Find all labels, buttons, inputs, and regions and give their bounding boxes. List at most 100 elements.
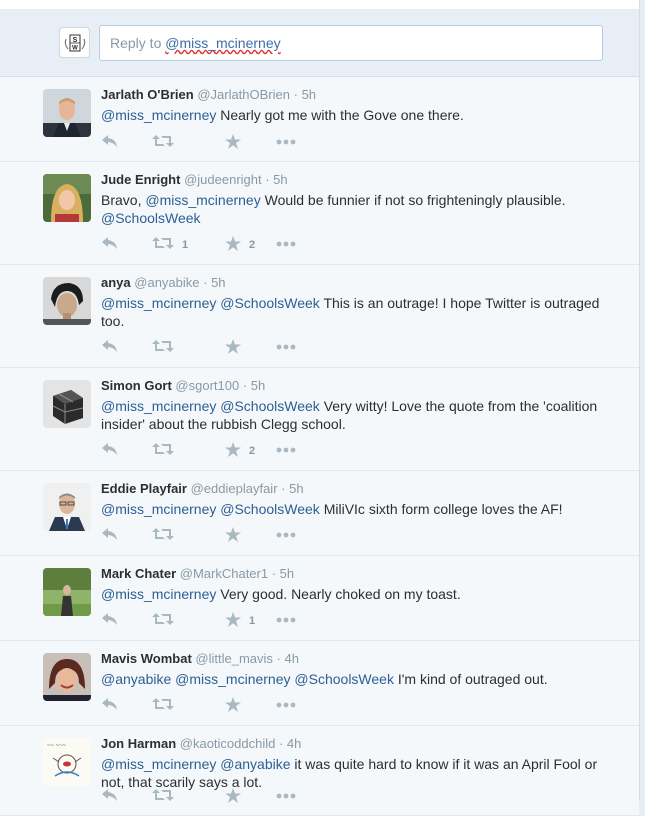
tweet-content: Simon Gort @sgort100 · 5h @miss_mcinerney… <box>101 378 619 433</box>
mention-link[interactable]: @miss_mcinerney <box>175 671 290 687</box>
favorite-button[interactable]: 2 <box>225 236 255 254</box>
tweet[interactable]: Mavis Wombat @little_mavis · 4h @anyabike… <box>0 641 639 726</box>
user-name[interactable]: Jude Enright <box>101 172 180 187</box>
tweet-header: Simon Gort @sgort100 · 5h <box>101 378 619 394</box>
user-name[interactable]: anya <box>101 275 131 290</box>
tweet[interactable]: anya @anyabike · 5h @miss_mcinerney @Scho… <box>0 265 639 368</box>
favorite-button[interactable] <box>225 788 241 806</box>
mention-link[interactable]: @miss_mcinerney <box>101 586 216 602</box>
mention-link[interactable]: @SchoolsWeek <box>101 210 201 226</box>
reply-button[interactable] <box>101 697 119 714</box>
more-button[interactable] <box>276 339 296 353</box>
reply-button[interactable] <box>101 612 119 629</box>
favorite-button[interactable] <box>225 527 241 545</box>
tweet-text: @anyabike @miss_mcinerney @SchoolsWeek I… <box>101 670 619 688</box>
favorite-button[interactable] <box>225 697 241 715</box>
mention-link[interactable]: @miss_mcinerney <box>101 295 216 311</box>
tweet[interactable]: Eddie Playfair @eddieplayfair · 5h @miss_… <box>0 471 639 556</box>
reply-icon <box>101 527 119 544</box>
user-name[interactable]: Jon Harman <box>101 736 176 751</box>
retweet-button[interactable] <box>152 697 174 714</box>
screen-name[interactable]: @JarlathOBrien <box>197 87 290 102</box>
mention-link[interactable]: @miss_mcinerney <box>101 501 216 517</box>
star-icon <box>225 612 241 630</box>
more-button[interactable] <box>276 442 296 456</box>
tweet-text-segment: Would be funnier if not so frighteningly… <box>260 192 566 208</box>
tweet-text-segment: Bravo, <box>101 192 146 208</box>
tweet[interactable]: Jarlath O'Brien @JarlathOBrien · 5h @miss… <box>0 77 639 162</box>
mention-link[interactable]: @miss_mcinerney <box>101 756 216 772</box>
avatar[interactable] <box>43 653 91 701</box>
screen-name[interactable]: @sgort100 <box>175 378 239 393</box>
reply-input[interactable]: Reply to @miss_mcinerney <box>99 25 603 61</box>
timestamp[interactable]: 4h <box>284 651 298 666</box>
screen-name[interactable]: @little_mavis <box>195 651 273 666</box>
timestamp[interactable]: 5h <box>302 87 316 102</box>
avatar[interactable] <box>43 483 91 531</box>
reply-handle: @miss_mcinerney <box>165 35 281 51</box>
reply-prefix: Reply to <box>110 35 166 51</box>
user-name[interactable]: Eddie Playfair <box>101 481 187 496</box>
user-name[interactable]: Mavis Wombat <box>101 651 192 666</box>
favorite-button[interactable]: 2 <box>225 442 255 460</box>
favorite-button[interactable]: 1 <box>225 612 255 630</box>
timestamp[interactable]: 5h <box>289 481 303 496</box>
reply-button[interactable] <box>101 134 119 151</box>
more-icon <box>276 612 296 626</box>
favorite-button[interactable] <box>225 339 241 357</box>
retweet-button[interactable] <box>152 442 174 459</box>
timestamp[interactable]: 4h <box>287 736 301 751</box>
mention-link[interactable]: @miss_mcinerney <box>101 398 216 414</box>
reply-button[interactable] <box>101 442 119 459</box>
more-button[interactable] <box>276 134 296 148</box>
mention-link[interactable]: @SchoolsWeek <box>220 295 320 311</box>
avatar[interactable] <box>43 568 91 616</box>
tweet[interactable]: Simon Gort @sgort100 · 5h @miss_mcinerney… <box>0 368 639 471</box>
mention-link[interactable]: @anyabike <box>101 671 171 687</box>
mention-link[interactable]: @SchoolsWeek <box>294 671 394 687</box>
reply-button[interactable] <box>101 236 119 253</box>
avatar[interactable] <box>43 89 91 137</box>
retweet-button[interactable] <box>152 527 174 544</box>
timestamp[interactable]: 5h <box>273 172 287 187</box>
tweet[interactable]: Mark Chater @MarkChater1 · 5h @miss_mcine… <box>0 556 639 641</box>
reply-button[interactable] <box>101 788 119 805</box>
avatar[interactable]: ~~ ~~~ <box>43 738 91 786</box>
retweet-button[interactable] <box>152 788 174 805</box>
tweet-header: Mavis Wombat @little_mavis · 4h <box>101 651 619 667</box>
user-name[interactable]: Mark Chater <box>101 566 176 581</box>
timestamp[interactable]: 5h <box>211 275 225 290</box>
tweet[interactable]: ~~ ~~~ Jon Harman @kaoticoddchild · 4h @mi… <box>0 726 639 816</box>
retweet-button[interactable]: 1 <box>152 236 188 253</box>
mention-link[interactable]: @anyabike <box>220 756 290 772</box>
timestamp[interactable]: 5h <box>280 566 294 581</box>
more-button[interactable] <box>276 612 296 626</box>
user-name[interactable]: Simon Gort <box>101 378 172 393</box>
reply-icon <box>101 697 119 714</box>
mention-link[interactable]: @miss_mcinerney <box>101 107 216 123</box>
screen-name[interactable]: @MarkChater1 <box>180 566 268 581</box>
reply-button[interactable] <box>101 339 119 356</box>
retweet-button[interactable] <box>152 612 174 629</box>
screen-name[interactable]: @kaoticoddchild <box>180 736 276 751</box>
tweet-text: @miss_mcinerney Very good. Nearly choked… <box>101 585 619 603</box>
mention-link[interactable]: @miss_mcinerney <box>145 192 260 208</box>
avatar[interactable] <box>43 277 91 325</box>
more-button[interactable] <box>276 697 296 711</box>
reply-button[interactable] <box>101 527 119 544</box>
more-button[interactable] <box>276 236 296 250</box>
screen-name[interactable]: @judeenright <box>184 172 262 187</box>
favorite-button[interactable] <box>225 134 241 152</box>
timestamp[interactable]: 5h <box>251 378 265 393</box>
user-name[interactable]: Jarlath O'Brien <box>101 87 194 102</box>
more-button[interactable] <box>276 527 296 541</box>
avatar[interactable] <box>43 174 91 222</box>
avatar[interactable] <box>43 380 91 428</box>
retweet-button[interactable] <box>152 134 174 151</box>
mention-link[interactable]: @SchoolsWeek <box>220 398 320 414</box>
retweet-button[interactable] <box>152 339 174 356</box>
screen-name[interactable]: @eddieplayfair <box>191 481 278 496</box>
tweet[interactable]: Jude Enright @judeenright · 5h Bravo, @mi… <box>0 162 639 265</box>
screen-name[interactable]: @anyabike <box>134 275 199 290</box>
mention-link[interactable]: @SchoolsWeek <box>220 501 320 517</box>
